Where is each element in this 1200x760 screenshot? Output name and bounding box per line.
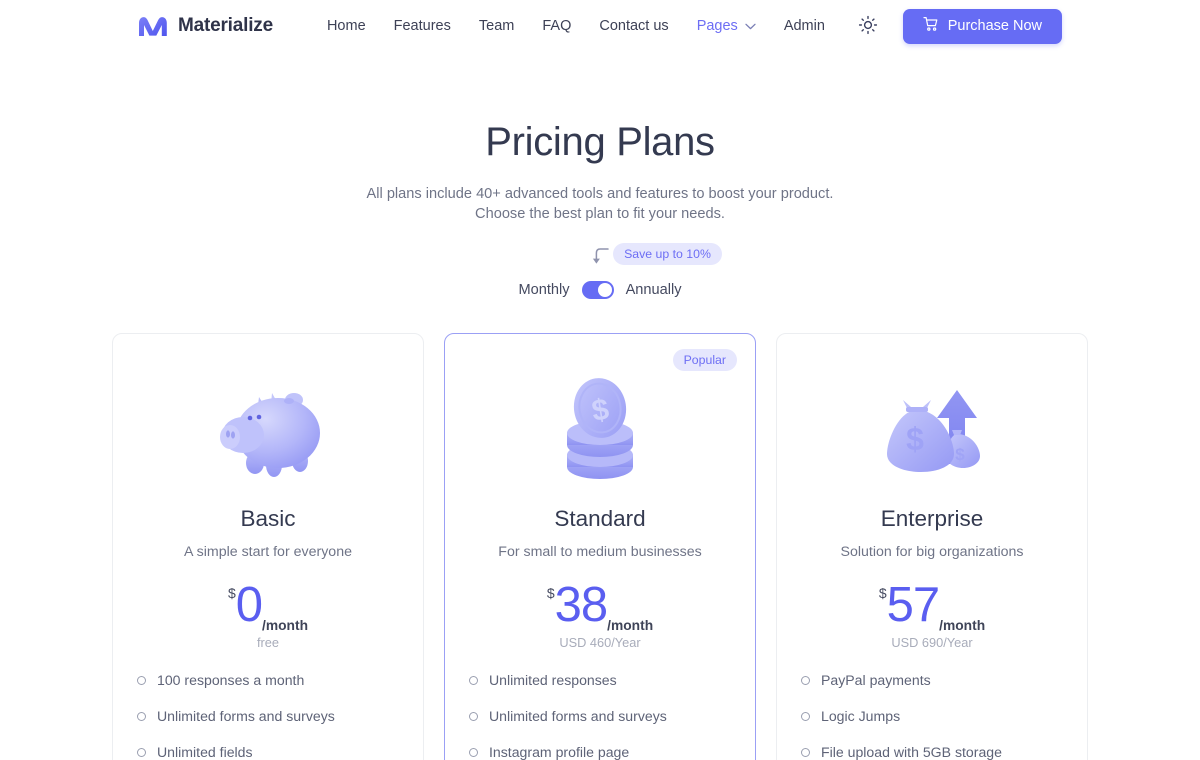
billing-toggle-row: Monthly Annually: [0, 281, 1200, 299]
list-item: Unlimited fields: [137, 744, 399, 760]
billing-monthly-label[interactable]: Monthly: [518, 282, 569, 298]
feature-label: Unlimited forms and surveys: [157, 708, 335, 724]
nav-link-contact-us[interactable]: Contact us: [599, 18, 668, 34]
page-title: Pricing Plans: [485, 120, 715, 164]
theme-toggle-button[interactable]: [855, 13, 881, 39]
top-navbar: Materialize Home Features Team FAQ Conta…: [0, 0, 1200, 52]
bullet-circle-icon: [469, 711, 478, 721]
brand-logo-link[interactable]: Materialize: [138, 14, 273, 38]
feature-list: 100 responses a month Unlimited forms an…: [137, 672, 399, 760]
chevron-down-icon: [745, 23, 756, 30]
bullet-circle-icon: [469, 675, 478, 685]
list-item: File upload with 5GB storage: [801, 744, 1063, 760]
nav-links: Home Features Team FAQ Contact us Pages …: [327, 18, 825, 34]
feature-label: Unlimited fields: [157, 744, 253, 760]
pricing-card-standard[interactable]: Popular $ Standard For small to medium b…: [444, 333, 756, 760]
coin-stack-illustration: $: [469, 366, 731, 494]
piggy-bank-illustration: [137, 366, 399, 494]
feature-list: Unlimited responses Unlimited forms and …: [469, 672, 731, 760]
list-item: Unlimited responses: [469, 672, 731, 688]
svg-text:$: $: [906, 421, 924, 457]
shopping-cart-icon: [923, 16, 939, 36]
plan-price: $ 38 /month: [469, 578, 731, 634]
money-bags-illustration: $ $: [801, 366, 1063, 494]
plan-name: Basic: [240, 506, 296, 531]
nav-link-team[interactable]: Team: [479, 18, 514, 34]
price-currency: $: [878, 585, 887, 601]
price-amount: 0: [235, 578, 263, 632]
purchase-now-label: Purchase Now: [947, 18, 1042, 34]
price-currency: $: [546, 585, 555, 601]
switch-knob: [597, 283, 612, 297]
price-amount: 38: [554, 578, 609, 632]
plan-sub-price: free: [256, 635, 280, 650]
curved-down-arrow-icon: [588, 243, 610, 269]
save-badge-row: Save up to 10%: [0, 243, 1200, 269]
bullet-circle-icon: [469, 747, 478, 757]
plan-description: A simple start for everyone: [184, 544, 352, 560]
bullet-circle-icon: [137, 747, 146, 757]
bullet-circle-icon: [137, 675, 146, 685]
nav-link-admin[interactable]: Admin: [784, 18, 825, 34]
bullet-circle-icon: [801, 747, 810, 757]
hero-section: Pricing Plans All plans include 40+ adva…: [0, 120, 1200, 224]
plan-description: For small to medium businesses: [498, 544, 702, 560]
price-currency: $: [227, 585, 236, 601]
plan-price: $ 57 /month: [801, 578, 1063, 634]
list-item: Unlimited forms and surveys: [137, 708, 399, 724]
feature-label: Unlimited responses: [489, 672, 617, 688]
plan-name: Standard: [554, 506, 646, 531]
pricing-card-enterprise[interactable]: $ $ Enterprise Solution for big organiza…: [776, 333, 1088, 760]
hero-subtitle-line2: Choose the best plan to fit your needs.: [475, 205, 725, 222]
materialize-m-logo-icon: [138, 14, 168, 38]
hero-subtitle-line1: All plans include 40+ advanced tools and…: [366, 186, 834, 202]
feature-label: Logic Jumps: [821, 708, 901, 724]
plan-sub-price: USD 460/Year: [559, 635, 641, 650]
price-period: /month: [607, 618, 654, 633]
price-amount: 57: [886, 578, 941, 632]
hero-subtitle: All plans include 40+ advanced tools and…: [0, 185, 1200, 224]
brand-name: Materialize: [178, 15, 273, 36]
list-item: Unlimited forms and surveys: [469, 708, 731, 724]
plan-price: $ 0 /month: [137, 578, 399, 634]
plan-sub-price: USD 690/Year: [891, 635, 973, 650]
nav-dropdown-pages[interactable]: Pages: [697, 18, 756, 34]
bullet-circle-icon: [137, 711, 146, 721]
nav-link-home[interactable]: Home: [327, 18, 366, 34]
nav-right-actions: Purchase Now: [855, 8, 1062, 44]
feature-label: File upload with 5GB storage: [821, 744, 1002, 760]
feature-label: 100 responses a month: [157, 672, 305, 688]
list-item: Instagram profile page: [469, 744, 731, 760]
nav-link-faq[interactable]: FAQ: [542, 18, 571, 34]
feature-label: PayPal payments: [821, 672, 931, 688]
price-period: /month: [262, 618, 309, 633]
plan-description: Solution for big organizations: [840, 544, 1024, 560]
purchase-now-button[interactable]: Purchase Now: [902, 8, 1062, 44]
plan-name: Enterprise: [880, 506, 984, 531]
nav-link-pages-label: Pages: [696, 18, 738, 34]
price-period: /month: [939, 618, 986, 633]
billing-period-switch[interactable]: [581, 281, 614, 299]
sun-icon: [858, 15, 878, 38]
list-item: 100 responses a month: [137, 672, 399, 688]
pricing-card-basic[interactable]: Basic A simple start for everyone $ 0 /m…: [112, 333, 424, 760]
billing-annually-label[interactable]: Annually: [626, 282, 682, 298]
bullet-circle-icon: [801, 675, 810, 685]
pricing-cards: Basic A simple start for everyone $ 0 /m…: [0, 333, 1200, 760]
feature-list: PayPal payments Logic Jumps File upload …: [801, 672, 1063, 760]
save-badge: Save up to 10%: [613, 243, 722, 265]
status-badge-popular: Popular: [672, 349, 737, 371]
nav-link-features[interactable]: Features: [394, 18, 451, 34]
list-item: Logic Jumps: [801, 708, 1063, 724]
feature-label: Unlimited forms and surveys: [489, 708, 667, 724]
list-item: PayPal payments: [801, 672, 1063, 688]
feature-label: Instagram profile page: [489, 744, 630, 760]
bullet-circle-icon: [801, 711, 810, 721]
svg-text:$: $: [955, 445, 965, 464]
